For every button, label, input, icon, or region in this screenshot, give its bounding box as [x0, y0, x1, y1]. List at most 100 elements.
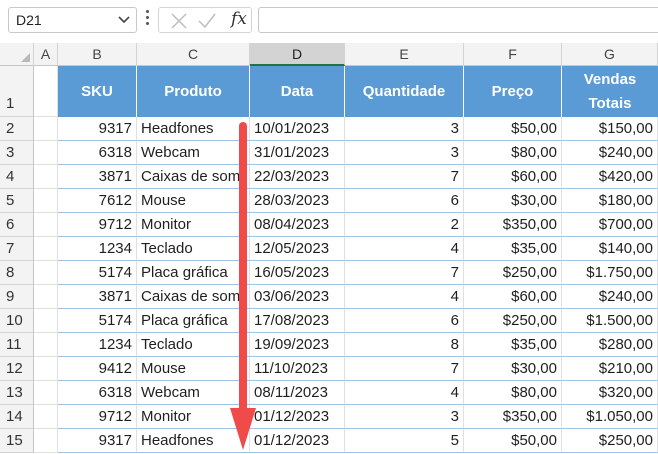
cell-vendas[interactable]: $1.750,00: [562, 261, 658, 285]
cell-preco[interactable]: $350,00: [464, 405, 562, 429]
formula-input[interactable]: [258, 7, 658, 33]
row-header-8[interactable]: 8: [0, 261, 34, 285]
cell-preco[interactable]: $80,00: [464, 381, 562, 405]
cell-preco[interactable]: $35,00: [464, 333, 562, 357]
cell-quantidade[interactable]: 3: [345, 141, 464, 165]
cell-quantidade[interactable]: 7: [345, 357, 464, 381]
cell-data[interactable]: 08/11/2023: [250, 381, 345, 405]
cell-a3[interactable]: [34, 141, 58, 165]
header-vendas-totais[interactable]: Vendas Totais: [562, 66, 658, 117]
cell-data[interactable]: 16/05/2023: [250, 261, 345, 285]
column-header-a[interactable]: A: [34, 43, 58, 66]
cell-preco[interactable]: $60,00: [464, 285, 562, 309]
select-all-corner[interactable]: [0, 43, 34, 66]
cell-sku[interactable]: 5174: [58, 309, 137, 333]
cell-quantidade[interactable]: 7: [345, 261, 464, 285]
cell-preco[interactable]: $60,00: [464, 165, 562, 189]
cell-vendas[interactable]: $140,00: [562, 237, 658, 261]
cell-quantidade[interactable]: 7: [345, 165, 464, 189]
cell-a7[interactable]: [34, 237, 58, 261]
cell-a5[interactable]: [34, 189, 58, 213]
cell-quantidade[interactable]: 3: [345, 405, 464, 429]
header-produto[interactable]: Produto: [137, 66, 250, 117]
cell-sku[interactable]: 9317: [58, 429, 137, 453]
cell-quantidade[interactable]: 4: [345, 285, 464, 309]
row-header-7[interactable]: 7: [0, 237, 34, 261]
cell-preco[interactable]: $30,00: [464, 189, 562, 213]
column-header-b[interactable]: B: [58, 43, 137, 66]
column-header-g[interactable]: G: [562, 43, 658, 66]
cell-a12[interactable]: [34, 357, 58, 381]
cell-a10[interactable]: [34, 309, 58, 333]
cell-quantidade[interactable]: 8: [345, 333, 464, 357]
cell-a13[interactable]: [34, 381, 58, 405]
row-header-1[interactable]: 1: [0, 66, 34, 117]
row-header-12[interactable]: 12: [0, 357, 34, 381]
cell-a2[interactable]: [34, 117, 58, 141]
cell-vendas[interactable]: $210,00: [562, 357, 658, 381]
cell-preco[interactable]: $350,00: [464, 213, 562, 237]
cell-a4[interactable]: [34, 165, 58, 189]
cell-vendas[interactable]: $700,00: [562, 213, 658, 237]
cell-vendas[interactable]: $1.050,00: [562, 405, 658, 429]
cell-vendas[interactable]: $150,00: [562, 117, 658, 141]
cell-preco[interactable]: $30,00: [464, 357, 562, 381]
column-header-d[interactable]: D: [250, 43, 345, 66]
cell-sku[interactable]: 9712: [58, 405, 137, 429]
cell-vendas[interactable]: $420,00: [562, 165, 658, 189]
cell-a6[interactable]: [34, 213, 58, 237]
cell-data[interactable]: 28/03/2023: [250, 189, 345, 213]
cell-data[interactable]: 12/05/2023: [250, 237, 345, 261]
name-box[interactable]: D21: [8, 7, 137, 33]
cell-vendas[interactable]: $240,00: [562, 141, 658, 165]
cell-data[interactable]: 08/04/2023: [250, 213, 345, 237]
cell-sku[interactable]: 1234: [58, 333, 137, 357]
column-header-e[interactable]: E: [345, 43, 464, 66]
cell-vendas[interactable]: $250,00: [562, 429, 658, 453]
cell-sku[interactable]: 9412: [58, 357, 137, 381]
cell-preco[interactable]: $250,00: [464, 309, 562, 333]
cell-sku[interactable]: 6318: [58, 381, 137, 405]
row-header-10[interactable]: 10: [0, 309, 34, 333]
cell-sku[interactable]: 9712: [58, 213, 137, 237]
row-header-5[interactable]: 5: [0, 189, 34, 213]
cancel-icon[interactable]: [169, 12, 189, 30]
cell-preco[interactable]: $50,00: [464, 429, 562, 453]
cell-data[interactable]: 22/03/2023: [250, 165, 345, 189]
cell-a15[interactable]: [34, 429, 58, 453]
cell-sku[interactable]: 3871: [58, 165, 137, 189]
cell-data[interactable]: 01/12/2023: [250, 405, 345, 429]
cell-preco[interactable]: $50,00: [464, 117, 562, 141]
cell-data[interactable]: 10/01/2023: [250, 117, 345, 141]
row-header-14[interactable]: 14: [0, 405, 34, 429]
cell-sku[interactable]: 9317: [58, 117, 137, 141]
header-quantidade[interactable]: Quantidade: [345, 66, 464, 117]
cell-quantidade[interactable]: 3: [345, 117, 464, 141]
cell-data[interactable]: 31/01/2023: [250, 141, 345, 165]
cell-a11[interactable]: [34, 333, 58, 357]
cell-vendas[interactable]: $1.500,00: [562, 309, 658, 333]
cell-quantidade[interactable]: 5: [345, 429, 464, 453]
cell-preco[interactable]: $80,00: [464, 141, 562, 165]
insert-function-icon[interactable]: fx: [231, 9, 247, 29]
cell-sku[interactable]: 3871: [58, 285, 137, 309]
row-header-3[interactable]: 3: [0, 141, 34, 165]
cell-a8[interactable]: [34, 261, 58, 285]
cell-vendas[interactable]: $320,00: [562, 381, 658, 405]
cell-vendas[interactable]: $180,00: [562, 189, 658, 213]
cell-sku[interactable]: 6318: [58, 141, 137, 165]
cell-preco[interactable]: $35,00: [464, 237, 562, 261]
cell-a9[interactable]: [34, 285, 58, 309]
cell-data[interactable]: 17/08/2023: [250, 309, 345, 333]
cell-quantidade[interactable]: 6: [345, 309, 464, 333]
cell-quantidade[interactable]: 2: [345, 213, 464, 237]
cell-data[interactable]: 11/10/2023: [250, 357, 345, 381]
cell-sku[interactable]: 1234: [58, 237, 137, 261]
header-preco[interactable]: Preço: [464, 66, 562, 117]
column-header-f[interactable]: F: [464, 43, 562, 66]
cell-sku[interactable]: 5174: [58, 261, 137, 285]
worksheet-grid[interactable]: SKU Produto Data Quantidade Preço Vendas…: [34, 66, 658, 454]
cell-vendas[interactable]: $280,00: [562, 333, 658, 357]
cell-quantidade[interactable]: 6: [345, 189, 464, 213]
cell-data[interactable]: 03/06/2023: [250, 285, 345, 309]
